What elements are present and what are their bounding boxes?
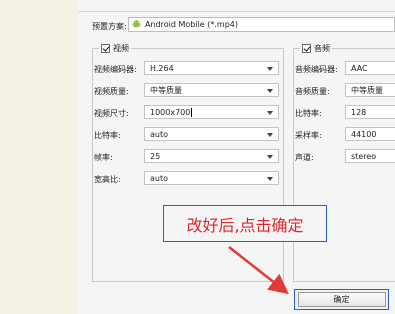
- ok-button-highlight: 确定: [294, 289, 389, 310]
- background-panel: [0, 0, 78, 314]
- settings-dialog: 预置方案: Android Mobile (*.mp4) 视频 视频编码器: H…: [78, 0, 395, 314]
- annotation-text: 改好后,点击确定: [186, 215, 304, 235]
- ok-button-label: 确定: [333, 295, 350, 304]
- annotation-callout: 改好后,点击确定: [163, 205, 327, 242]
- annotation-arrow: [228, 246, 289, 295]
- ok-button[interactable]: 确定: [297, 292, 386, 307]
